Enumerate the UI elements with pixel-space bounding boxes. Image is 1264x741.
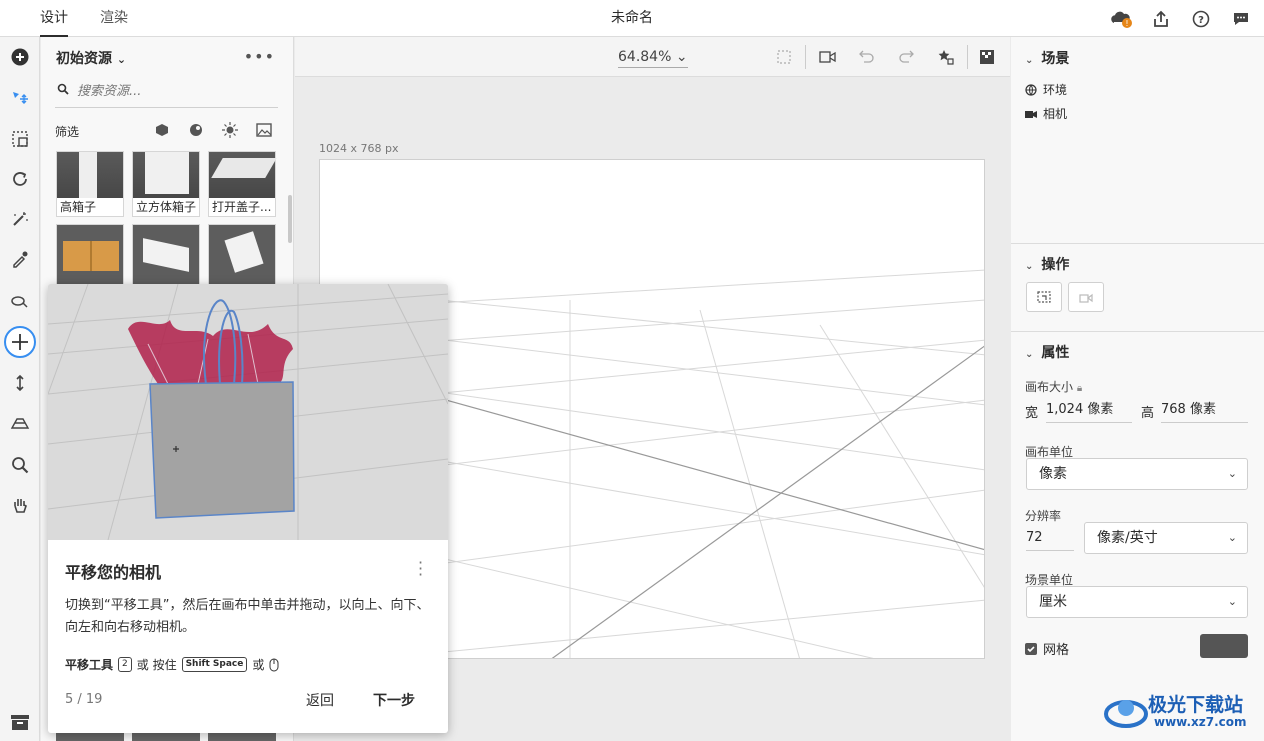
redo-camera-icon[interactable] [896, 47, 918, 67]
transparency-grid-icon[interactable] [976, 47, 998, 67]
tutorial-step-counter: 5 / 19 [65, 692, 103, 707]
scene-section-header[interactable]: ⌄ 场景 [1025, 48, 1069, 68]
tutorial-body: 切换到“平移工具”，然后在画布中单击并拖动，以向上、向下、向左和向右移动相机。 [65, 598, 430, 635]
search-input[interactable]: 搜索资源... [55, 81, 278, 108]
undo-camera-icon[interactable] [855, 47, 877, 67]
share-icon[interactable] [1148, 7, 1174, 31]
asset-papers[interactable] [208, 224, 276, 285]
properties-panel: ⌄ 场景 环境 相机 ⌄ 操作 ⌄ 属性 画布大小 🔒︎ 宽 1,024 像素 高 7… [1011, 37, 1264, 741]
canvas-size-label: 1024 x 768 px [319, 142, 399, 155]
mouse-icon [269, 658, 279, 671]
watermark: 极光下载站 www.xz7.com [1104, 688, 1264, 736]
search-icon [57, 81, 69, 103]
tutorial-popover: 平移您的相机 · · · 切换到“平移工具”，然后在画布中单击并拖动，以向上、向下、… [48, 284, 448, 733]
height-label: 高 [1141, 406, 1155, 421]
chevron-down-icon: ⌄ [1227, 595, 1237, 608]
camera-action-icon[interactable] [1068, 282, 1104, 312]
feedback-icon[interactable] [1228, 7, 1254, 31]
height-field[interactable]: 768 像素 [1161, 397, 1248, 423]
canvas-toolbar: 64.84% ⌄ [295, 37, 1010, 77]
more-options-icon[interactable]: ••• [244, 47, 275, 66]
add-content-icon[interactable] [4, 41, 36, 73]
resolution-unit-select[interactable]: 像素/英寸 ⌄ [1084, 522, 1248, 554]
properties-section-header[interactable]: ⌄ 属性 [1025, 342, 1069, 362]
tab-render[interactable]: 渲染 [100, 0, 128, 37]
width-label: 宽 [1025, 406, 1039, 421]
grid-color-swatch[interactable] [1200, 634, 1248, 658]
zoom-tool-icon[interactable] [4, 449, 36, 481]
shortcut-hint: 平移工具 2 或 按住 Shift Space 或 [65, 656, 279, 673]
asset-cards[interactable] [132, 224, 200, 285]
dolly-tool-icon[interactable] [4, 367, 36, 399]
width-field[interactable]: 1,024 像素 [1046, 397, 1132, 423]
canvas-unit-select[interactable]: 像素 ⌄ [1026, 458, 1248, 490]
materials-filter-icon[interactable] [187, 121, 205, 139]
more-vertical-icon[interactable]: · · · [418, 555, 424, 583]
key-shift-space: Shift Space [181, 657, 248, 672]
asset-open-lid-box[interactable]: 打开盖子... [208, 151, 277, 217]
magic-wand-icon[interactable] [4, 203, 36, 235]
key-2: 2 [118, 657, 132, 672]
grid-toggle[interactable]: 网格 [1025, 639, 1069, 658]
canvas-size-label: 画布大小 🔒︎ [1025, 380, 1083, 394]
asset-tall-box[interactable]: 高箱子 [56, 151, 124, 217]
asset-package[interactable] [56, 224, 124, 285]
scene-item-environment[interactable]: 环境 [1025, 81, 1067, 98]
zoom-select[interactable]: 64.84% ⌄ [618, 49, 688, 68]
frame-icon[interactable] [773, 47, 795, 67]
checkbox-checked-icon [1025, 642, 1037, 655]
resolution-field[interactable]: 72 [1026, 525, 1074, 551]
resolution-label: 分辨率 [1025, 509, 1062, 523]
horizon-tool-icon[interactable] [4, 407, 36, 439]
tab-design[interactable]: 设计 [40, 0, 68, 37]
models-filter-icon[interactable] [153, 121, 171, 139]
chevron-down-icon: ⌄ [1227, 467, 1237, 480]
scene-item-camera[interactable]: 相机 [1025, 105, 1067, 122]
camera-icon [1025, 110, 1037, 118]
chevron-down-icon: ⌄ [1227, 531, 1237, 544]
svg-text:!: ! [1125, 19, 1128, 28]
orbit-tool-icon[interactable] [4, 163, 36, 195]
top-bar: 设计 渲染 未命名 ! ? [0, 0, 1264, 37]
scene-unit-select[interactable]: 厘米 ⌄ [1026, 586, 1248, 618]
tutorial-illustration [48, 284, 448, 540]
magic-select-icon[interactable] [4, 285, 36, 317]
pan-tool-icon[interactable] [4, 326, 36, 358]
actions-section-header[interactable]: ⌄ 操作 [1025, 254, 1069, 274]
filter-label: 筛选 [55, 125, 80, 139]
assets-title[interactable]: 初始资源 ⌄ [56, 48, 126, 68]
svg-text:?: ? [1198, 15, 1204, 26]
help-icon[interactable]: ? [1188, 7, 1214, 31]
tool-bar [0, 37, 40, 741]
eyedropper-icon[interactable] [4, 243, 36, 275]
lights-filter-icon[interactable] [221, 121, 239, 139]
watermark-logo-icon [1104, 700, 1148, 728]
back-button[interactable]: 返回 [306, 690, 334, 710]
crop-action-icon[interactable] [1026, 282, 1062, 312]
marquee-tool-icon[interactable] [4, 123, 36, 155]
archive-icon[interactable] [8, 711, 32, 733]
cloud-status-icon[interactable]: ! [1108, 7, 1134, 31]
bookmark-camera-icon[interactable] [935, 47, 957, 67]
asset-cube-box[interactable]: 立方体箱子 [132, 151, 200, 217]
globe-icon [1025, 83, 1037, 96]
tutorial-title: 平移您的相机 [65, 563, 162, 582]
fit-camera-icon[interactable] [816, 47, 838, 67]
next-button[interactable]: 下一步 [373, 690, 415, 710]
lock-icon: 🔒︎ [1076, 383, 1083, 394]
images-filter-icon[interactable] [255, 121, 273, 139]
select-tool-icon[interactable] [4, 83, 36, 115]
hand-tool-icon[interactable] [4, 489, 36, 521]
assets-scrollbar[interactable] [288, 195, 292, 243]
document-title: 未命名 [611, 10, 653, 26]
